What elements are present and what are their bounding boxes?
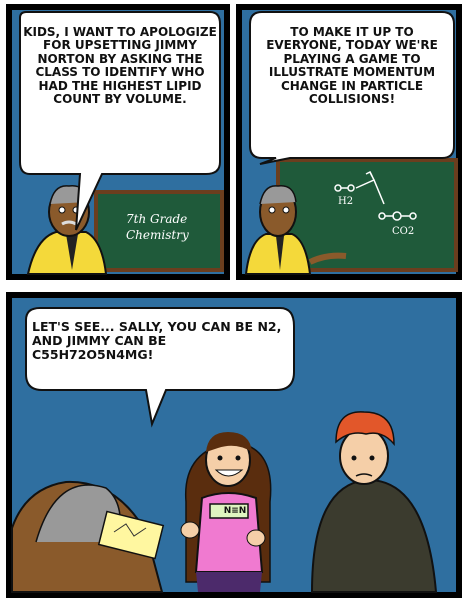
- panel-1: KIDS, I WANT TO APOLOGIZE FOR UPSETTING …: [6, 4, 230, 280]
- panel-1-speech: KIDS, I WANT TO APOLOGIZE FOR UPSETTING …: [23, 25, 217, 107]
- panel-2-speech: TO MAKE IT UP TO EVERYONE, TODAY WE'RE P…: [266, 25, 438, 107]
- panel-3: LET'S SEE... SALLY, YOU CAN BE N2, AND J…: [6, 292, 462, 598]
- label-h2: H2: [338, 196, 354, 207]
- board-line-1: 7th Grade: [126, 212, 188, 226]
- n2-badge-text: N≡N: [223, 506, 247, 516]
- panel-2: TO MAKE IT UP TO EVERYONE, TODAY WE'RE P…: [236, 4, 462, 280]
- board-line-2: Chemistry: [126, 228, 189, 242]
- panel-3-speech: LET'S SEE... SALLY, YOU CAN BE N2, AND J…: [32, 319, 282, 362]
- label-co2: CO2: [392, 226, 415, 237]
